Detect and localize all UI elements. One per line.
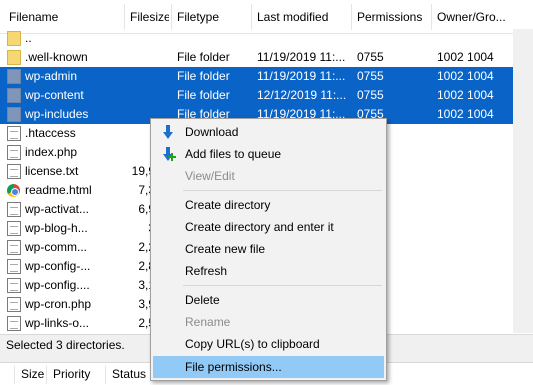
menu-item-label: File permissions... [185,360,282,374]
download-icon [161,125,175,139]
chrome-icon [7,184,20,197]
file-permissions: 0755 [357,50,384,64]
menu-item-label: Rename [185,315,231,329]
menu-item-create-directory-enter[interactable]: Create directory and enter it [153,216,384,238]
menu-item-create-new-file[interactable]: Create new file [153,238,384,260]
file-name: wp-comm... [25,240,88,254]
file-type: File folder [177,69,230,83]
file-owner: 1002 1004 [437,88,494,102]
file-icon [7,202,21,217]
file-icon [7,316,21,331]
folder-icon [7,50,21,65]
table-row[interactable]: .well-known File folder 11/19/2019 11:..… [0,48,513,67]
file-icon [7,297,21,312]
queue-column-size[interactable]: Size [15,363,44,385]
file-name: wp-activat... [25,202,90,216]
menu-item-label: Delete [185,293,220,307]
menu-item-add-to-queue[interactable]: Add files to queue [153,143,384,165]
menu-item-download[interactable]: Download [153,121,384,143]
menu-item-label: Create directory [185,198,271,212]
file-permissions: 0755 [357,88,384,102]
file-modified: 12/12/2019 11:... [257,88,347,102]
menu-item-delete[interactable]: Delete [153,289,384,311]
file-name: .well-known [25,50,88,64]
file-name: readme.html [25,183,92,197]
file-type: File folder [177,88,230,102]
file-owner: 1002 1004 [437,50,494,64]
menu-item-view-edit: View/Edit [153,165,384,187]
add-to-queue-icon [161,147,176,161]
file-modified: 11/19/2019 11:... [257,50,346,64]
file-icon [7,145,21,160]
file-name: wp-links-o... [25,316,90,330]
menu-item-create-directory[interactable]: Create directory [153,194,384,216]
file-name: .htaccess [25,126,76,140]
file-icon [7,221,21,236]
file-name: wp-config.... [25,278,90,292]
menu-item-label: Create new file [185,242,266,256]
file-name: wp-includes [25,107,89,121]
file-name: wp-admin [25,69,78,83]
menu-item-rename: Rename [153,311,384,333]
file-name: wp-content [25,88,84,102]
file-modified: 11/19/2019 11:... [257,69,346,83]
file-name: index.php [25,145,78,159]
file-name: wp-cron.php [25,297,92,311]
file-owner: 1002 1004 [437,107,494,121]
file-name: wp-config-... [25,259,91,273]
menu-item-label: Create directory and enter it [185,220,334,234]
file-permissions: 0755 [357,69,384,83]
menu-item-file-permissions[interactable]: File permissions... [153,356,384,378]
file-name: license.txt [25,164,79,178]
menu-item-label: Refresh [185,264,228,278]
file-icon [7,126,21,141]
file-type: File folder [177,50,230,64]
folder-icon [7,31,21,46]
menu-item-label: Copy URL(s) to clipboard [185,337,320,351]
file-name: .. [25,31,32,45]
menu-item-label: Add files to queue [185,147,282,161]
file-icon [7,278,21,293]
menu-item-copy-url[interactable]: Copy URL(s) to clipboard [153,333,384,355]
folder-icon [7,107,21,122]
file-name: wp-blog-h... [25,221,88,235]
folder-icon [7,69,21,84]
menu-item-label: Download [185,125,239,139]
queue-column-status[interactable]: Status [106,363,146,385]
table-row-selected[interactable]: wp-content File folder 12/12/2019 11:...… [0,86,513,105]
file-owner: 1002 1004 [437,69,494,83]
context-menu: Download Add files to queue View/Edit Cr… [150,118,387,381]
menu-item-refresh[interactable]: Refresh [153,260,384,282]
vertical-scrollbar[interactable] [513,29,533,333]
menu-separator [183,190,382,191]
file-icon [7,259,21,274]
status-text: Selected 3 directories. [6,338,125,352]
menu-separator [183,285,382,286]
file-icon [7,164,21,179]
queue-column-priority[interactable]: Priority [47,363,90,385]
table-row-selected[interactable]: wp-admin File folder 11/19/2019 11:... 0… [0,67,513,86]
menu-item-label: View/Edit [185,169,235,183]
file-icon [7,240,21,255]
folder-icon [7,88,21,103]
table-row[interactable]: .. [0,29,513,48]
